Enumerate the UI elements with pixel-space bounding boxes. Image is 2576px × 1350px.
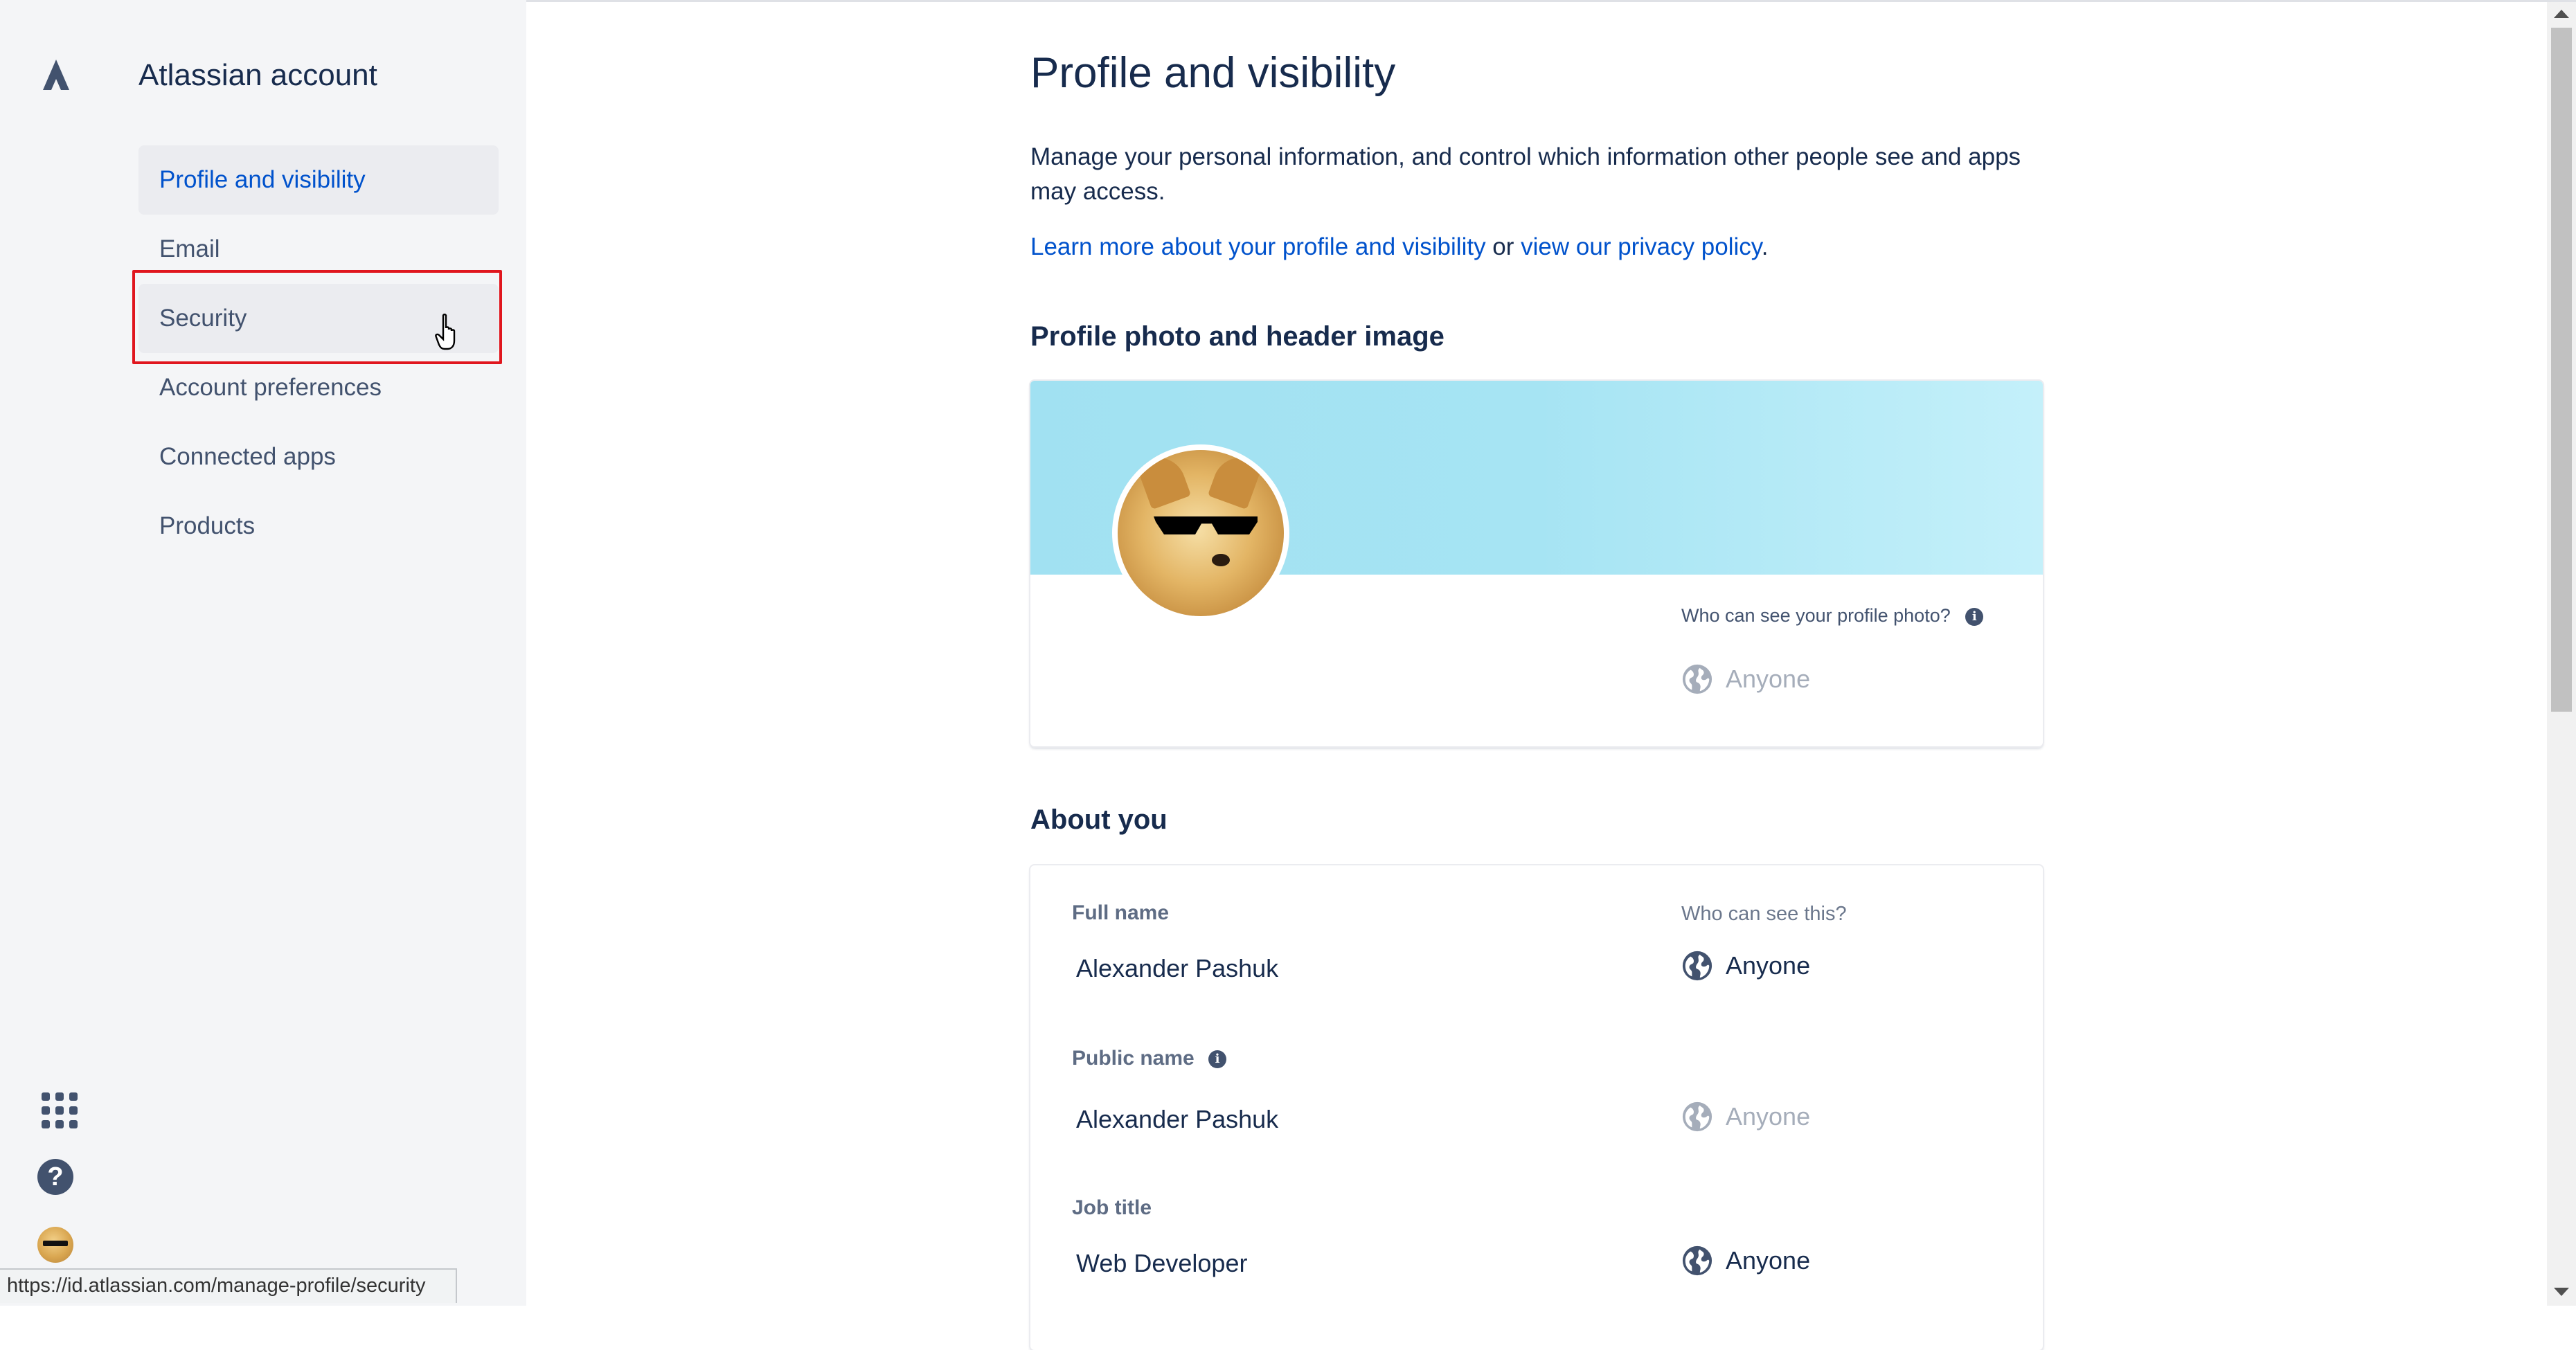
globe-icon [1682,1101,1712,1132]
profile-photo-card: Who can see your profile photo? i Anyone [1030,381,2043,746]
job-title-field[interactable]: Web Developer [1076,1249,1247,1278]
sidebar-item-products[interactable]: Products [138,492,499,561]
photo-visibility-label: Who can see your profile photo? i [1681,605,1984,627]
period-text: . [1761,233,1769,260]
public-name-field[interactable]: Alexander Pashuk [1076,1105,1278,1134]
status-bar-url: https://id.atlassian.com/manage-profile/… [0,1268,457,1303]
scroll-up-arrow-icon[interactable] [2554,10,2569,18]
about-section-title: About you [1030,804,1168,835]
about-you-card: Who can see this? Full name Alexander Pa… [1030,865,2043,1350]
globe-icon [1682,951,1712,981]
help-links: Learn more about your profile and visibi… [1030,230,1768,264]
full-name-label: Full name [1072,901,1170,924]
user-avatar[interactable] [37,1227,73,1263]
sidebar-title: Atlassian account [138,58,377,92]
job-title-visibility-select[interactable]: Anyone [1681,1245,1810,1277]
page-title: Profile and visibility [1030,49,1396,97]
full-name-visibility-select[interactable]: Anyone [1681,950,1810,982]
scrollbar-thumb[interactable] [2551,28,2572,712]
info-icon[interactable]: i [1208,1050,1227,1069]
globe-icon [1682,664,1712,694]
privacy-policy-link[interactable]: view our privacy policy [1521,233,1762,260]
learn-more-link[interactable]: Learn more about your profile and visibi… [1030,233,1486,260]
globe-icon [1682,1245,1712,1276]
photo-visibility-select: Anyone [1681,663,1810,695]
job-title-label: Job title [1072,1196,1152,1219]
profile-photo[interactable] [1112,444,1289,622]
who-can-see-label: Who can see this? [1681,903,1847,925]
sidebar-item-connected-apps[interactable]: Connected apps [138,422,499,492]
hand-cursor-icon [435,314,456,350]
app-switcher-icon[interactable] [37,1088,78,1128]
or-text: or [1485,233,1521,260]
help-icon[interactable]: ? [37,1159,73,1195]
full-name-field[interactable]: Alexander Pashuk [1076,954,1278,983]
public-name-visibility-select: Anyone [1681,1101,1810,1133]
global-rail: ? [0,0,111,1306]
public-name-label: Public name i [1072,1047,1227,1070]
page-intro: Manage your personal information, and co… [1030,143,2021,205]
atlassian-logo-icon[interactable] [39,58,73,93]
sidebar: Atlassian account Profile and visibility… [111,0,526,1306]
photo-section-title: Profile photo and header image [1030,321,1444,352]
scroll-down-arrow-icon[interactable] [2554,1288,2569,1296]
info-icon[interactable]: i [1965,607,1984,626]
sidebar-item-profile-and-visibility[interactable]: Profile and visibility [138,145,499,215]
